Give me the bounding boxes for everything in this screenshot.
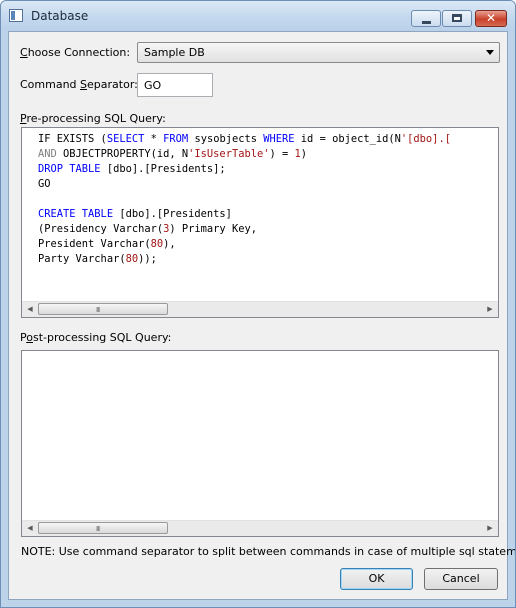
minimize-icon [422, 21, 431, 24]
dropdown-arrow-icon [486, 50, 494, 55]
database-dialog: Database ✕ Choose Connection: Sample DB … [0, 0, 516, 608]
close-icon: ✕ [485, 11, 497, 25]
note-text: NOTE: Use command separator to split bet… [21, 545, 516, 558]
grip-icon: III [96, 306, 100, 314]
code-token: IF EXISTS ( [38, 133, 107, 145]
scroll-right-icon[interactable]: ▶ [482, 302, 498, 317]
code-token: ), [163, 238, 176, 250]
code-token: ) [300, 148, 308, 160]
code-token: )); [138, 253, 157, 265]
code-token: ) = [269, 148, 295, 160]
scroll-right-icon[interactable]: ▶ [482, 521, 498, 536]
code-token: '[dbo].[ [400, 133, 451, 145]
code-token: 80 [125, 253, 139, 265]
code-token: [dbo].[Presidents] [113, 208, 232, 220]
dialog-client-area: Choose Connection: Sample DB Command Sep… [8, 31, 515, 600]
connection-selected-value: Sample DB [144, 46, 205, 59]
code-token: DROP TABLE [38, 163, 101, 175]
scroll-left-icon[interactable]: ◀ [22, 521, 38, 536]
connection-label: Choose Connection: [20, 46, 131, 59]
code-token: CREATE TABLE [38, 208, 114, 220]
cancel-button[interactable]: Cancel [424, 568, 498, 590]
minimize-button[interactable] [411, 10, 441, 27]
pre-query-editor[interactable]: IF EXISTS (SELECT * FROM sysobjects WHER… [21, 127, 499, 318]
code-token: 80 [150, 238, 164, 250]
title-bar[interactable]: Database ✕ [1, 1, 515, 31]
post-query-label: Post-processing SQL Query: [20, 331, 172, 344]
maximize-icon [452, 14, 462, 22]
code-token: SELECT [106, 133, 145, 145]
close-button[interactable]: ✕ [475, 10, 507, 27]
code-token: OBJECTPROPERTY(id, N [56, 148, 189, 160]
code-token: President Varchar( [38, 238, 151, 250]
connection-dropdown[interactable]: Sample DB [137, 42, 500, 63]
code-token: Party Varchar( [38, 253, 126, 265]
database-window-icon [9, 9, 23, 22]
pre-query-code: IF EXISTS (SELECT * FROM sysobjects WHER… [38, 132, 451, 267]
code-token: ) Primary Key, [169, 223, 257, 235]
code-token: sysobjects [188, 133, 264, 145]
code-token: FROM [163, 133, 189, 145]
grip-icon: III [96, 525, 100, 533]
separator-label: Command Separator: [20, 78, 138, 91]
scroll-thumb[interactable]: III [38, 303, 168, 315]
code-token: * [144, 133, 164, 145]
code-token: (Presidency Varchar( [38, 223, 164, 235]
scroll-left-icon[interactable]: ◀ [22, 302, 38, 317]
code-token: WHERE [263, 133, 295, 145]
maximize-button[interactable] [442, 10, 472, 27]
pre-query-label: Pre-processing SQL Query: [20, 112, 166, 125]
pre-query-horizontal-scrollbar[interactable]: ◀ III ▶ [22, 301, 498, 317]
code-token: [dbo].[Presidents]; [100, 163, 226, 175]
post-query-horizontal-scrollbar[interactable]: ◀ III ▶ [22, 520, 498, 536]
window-title: Database [31, 9, 89, 23]
code-token: AND [38, 148, 57, 160]
scroll-thumb[interactable]: III [38, 522, 168, 534]
code-token: id = object_id(N [294, 133, 401, 145]
ok-button[interactable]: OK [340, 568, 413, 590]
command-separator-input[interactable] [137, 73, 213, 97]
code-token: GO [38, 178, 51, 190]
post-query-editor[interactable]: ◀ III ▶ [21, 350, 499, 537]
code-token: 'IsUserTable' [188, 148, 270, 160]
